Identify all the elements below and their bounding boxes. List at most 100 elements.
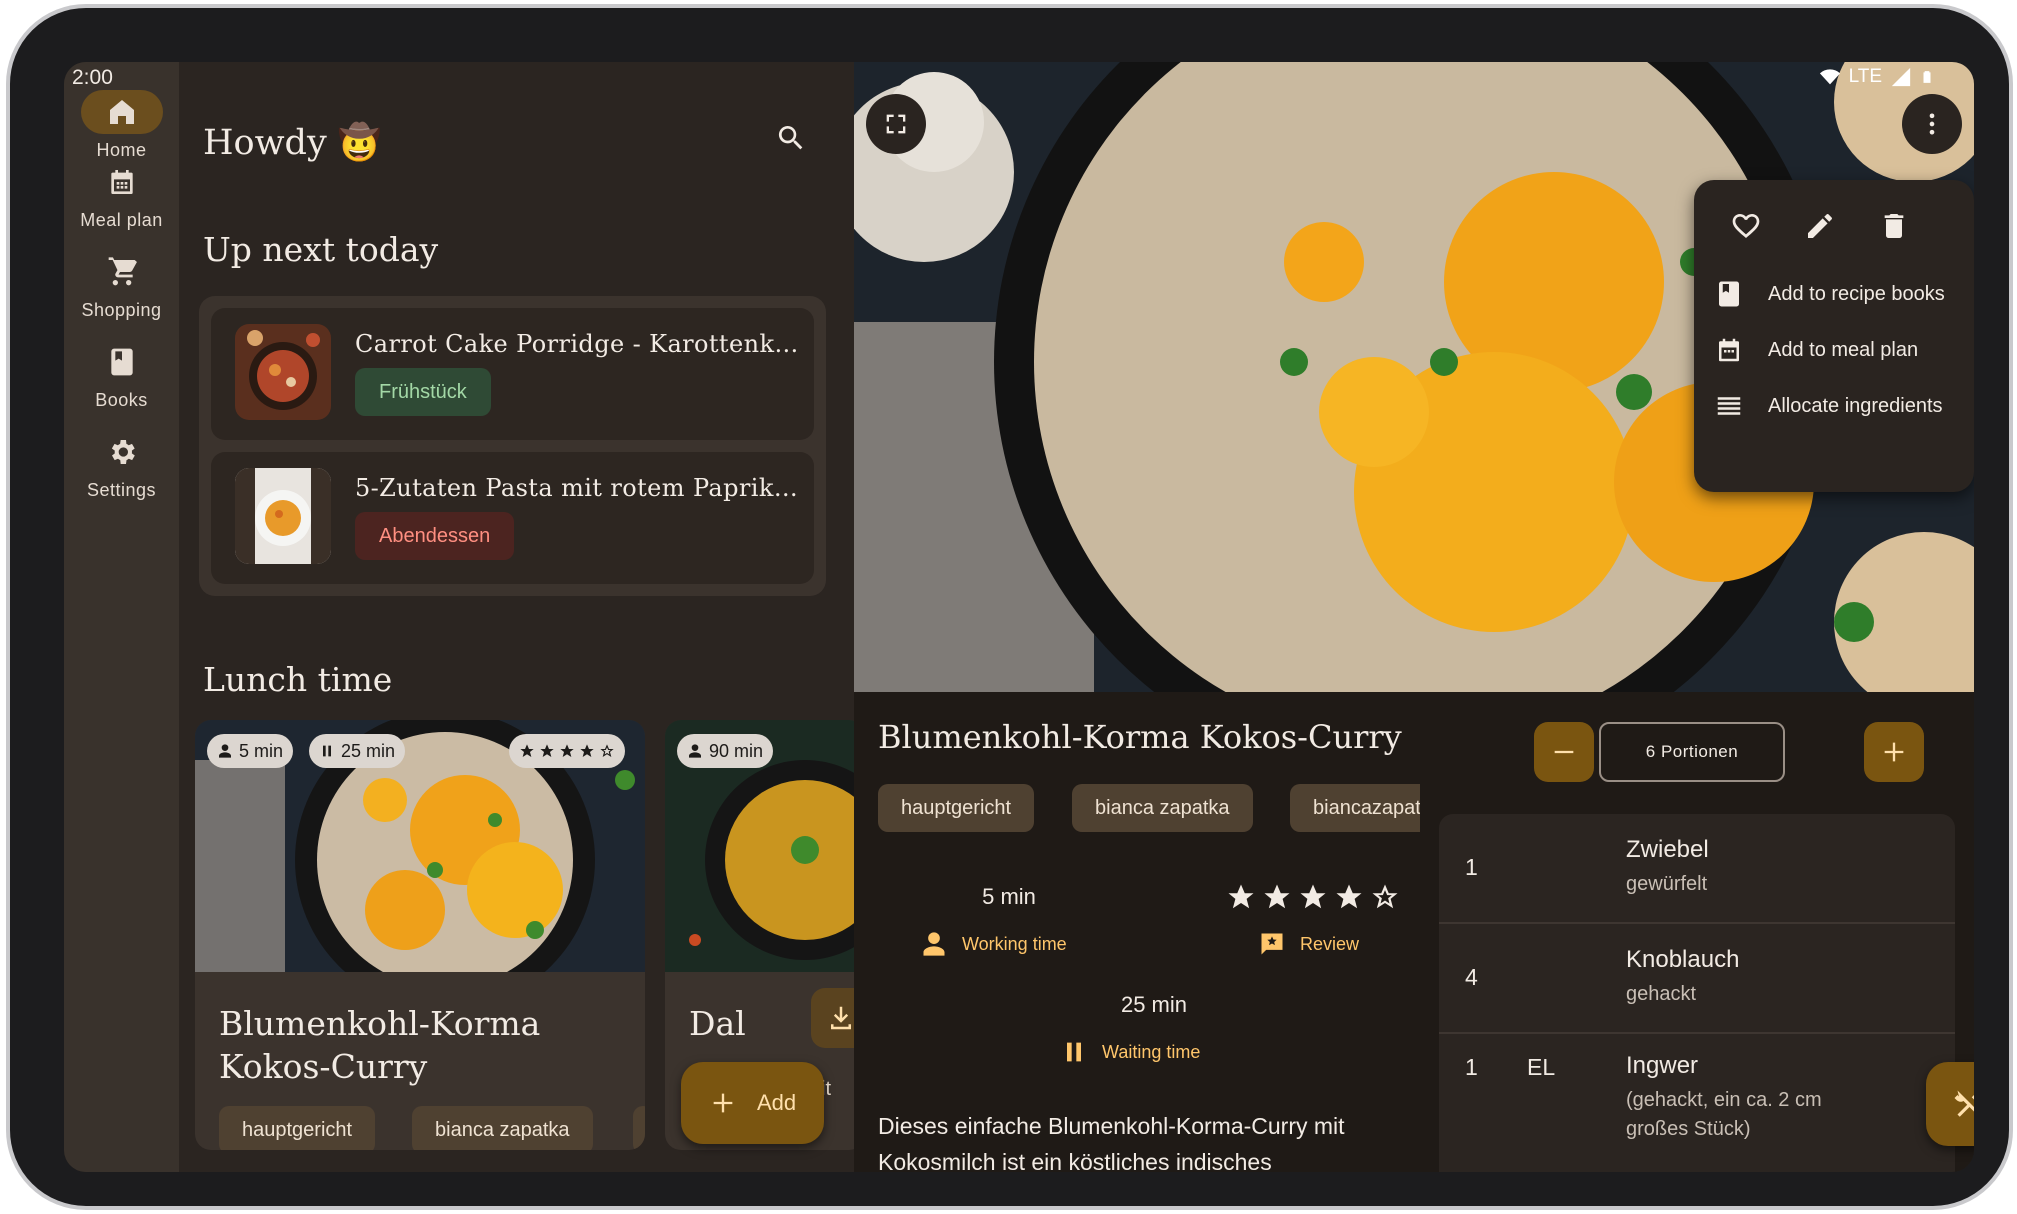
status-bar-right: LTE — [1819, 66, 1934, 88]
lunch-heading: Lunch time — [203, 660, 393, 699]
ingredient-unit: EL — [1527, 1054, 1556, 1080]
delete-icon[interactable] — [1878, 210, 1910, 242]
upnext-card: Carrot Cake Porridge - Karottenku... Frü… — [199, 296, 826, 596]
ingredient-row[interactable]: 1 EL Ingwer (gehackt, ein ca. 2 cm große… — [1439, 1034, 1955, 1172]
nav-item-books[interactable]: Books — [64, 340, 179, 411]
star-filled-icon — [580, 744, 594, 757]
menu-item-label: Allocate ingredients — [1768, 394, 1943, 417]
recipe-tag[interactable]: bianca zapatka — [1072, 784, 1253, 832]
network-type: LTE — [1848, 66, 1882, 87]
edit-icon[interactable] — [1804, 210, 1836, 242]
menu-item-add-to-meal-plan[interactable]: Add to meal plan — [1714, 330, 1918, 370]
calendar-icon — [110, 170, 133, 194]
recipe-card[interactable]: 5 min 25 min Blumenkohl-Korma Kokos-Curr… — [195, 720, 645, 1150]
recipe-tag[interactable]: hauptgericht — [219, 1106, 376, 1150]
recipe-thumbnail — [235, 324, 331, 420]
ingredient-row[interactable]: 1 Zwiebel gewürfelt — [1439, 814, 1955, 924]
recipe-title: Blumenkohl-Korma Kokos-Curry — [878, 718, 1402, 756]
decrease-portions-button[interactable] — [1534, 722, 1594, 782]
nav-item-home[interactable]: Home — [64, 90, 179, 161]
star-filled-icon — [1336, 884, 1362, 909]
star-outline-icon — [600, 744, 614, 757]
recipe-tag[interactable]: hauptgericht — [878, 784, 1035, 832]
working-time-label-row: Working time — [920, 930, 1067, 958]
ingredient-amount: 4 — [1465, 964, 1478, 990]
cook-mode-fab[interactable] — [1926, 1062, 1974, 1146]
ingredient-name: Zwiebel — [1626, 836, 1709, 863]
nav-label-meal-plan: Meal plan — [80, 210, 163, 230]
person-icon — [923, 932, 945, 956]
cutlery-icon — [1954, 1090, 1974, 1117]
battery-icon — [1923, 71, 1931, 83]
menu-item-add-to-recipe-books[interactable]: Add to recipe books — [1714, 274, 1945, 314]
ingredient-amount: 1 — [1465, 1054, 1478, 1080]
upnext-title: Carrot Cake Porridge - Karottenku... — [355, 330, 805, 358]
meal-tag-breakfast[interactable]: Frühstück — [355, 368, 491, 416]
rating-badge — [509, 734, 625, 768]
recipe-tag[interactable]: bianca zapatka — [412, 1106, 593, 1150]
working-time-label: Working time — [962, 933, 1067, 954]
person-icon — [219, 744, 231, 758]
nav-item-shopping[interactable]: Shopping — [64, 250, 179, 321]
more-options-button[interactable] — [1902, 94, 1962, 154]
rating-stars[interactable] — [1226, 882, 1400, 912]
nav-label-shopping: Shopping — [81, 300, 162, 320]
recipe-description: Dieses einfache Blumenkohl-Korma-Curry m… — [878, 1113, 1345, 1172]
working-time: 90 min — [709, 741, 764, 761]
ingredient-row[interactable]: 4 Knoblauch gehackt — [1439, 924, 1955, 1034]
add-label: Add — [757, 1090, 797, 1115]
recipe-tag[interactable]: biancazapatka — [1290, 784, 1420, 832]
working-time: 5 min — [239, 741, 284, 761]
search-button[interactable] — [775, 122, 815, 162]
book-icon — [110, 348, 133, 376]
working-time-badge: 90 min — [677, 734, 774, 768]
upnext-item[interactable]: Carrot Cake Porridge - Karottenku... Frü… — [211, 308, 814, 440]
download-icon — [831, 1006, 851, 1030]
ingredient-note: gehackt — [1626, 983, 1697, 1005]
ingredient-name: Knoblauch — [1626, 946, 1740, 973]
overflow-menu: Add to recipe books Add to meal plan All… — [1694, 180, 1974, 492]
meal-tag-dinner[interactable]: Abendessen — [355, 512, 515, 560]
person-icon — [689, 744, 701, 758]
star-filled-icon — [540, 744, 554, 757]
heart-icon[interactable] — [1730, 210, 1762, 242]
plus-icon — [1884, 742, 1904, 762]
star-filled-icon — [520, 744, 534, 757]
fullscreen-icon — [886, 114, 906, 134]
add-fab[interactable]: Add — [681, 1062, 825, 1144]
ingredient-amount: 1 — [1465, 854, 1478, 880]
recipe-card-title: Blumenkohl-Korma Kokos-Curry — [219, 1004, 541, 1086]
upnext-item[interactable]: 5-Zutaten Pasta mit rotem Paprikap... Ab… — [211, 452, 814, 584]
navigation-rail: 2:00 Home Meal plan Shopping Books Setti… — [64, 62, 179, 1172]
increase-portions-button[interactable] — [1864, 722, 1924, 782]
rate-review-icon — [1261, 933, 1283, 955]
upnext-title: 5-Zutaten Pasta mit rotem Paprikap... — [355, 474, 805, 502]
nav-item-meal-plan[interactable]: Meal plan — [64, 160, 179, 231]
nav-item-settings[interactable]: Settings — [64, 430, 179, 501]
working-time-badge: 5 min — [207, 734, 294, 768]
book-icon — [1719, 281, 1739, 307]
nav-label-home: Home — [96, 140, 147, 160]
portions-field[interactable]: 6 Portionen — [1599, 722, 1785, 782]
recipe-detail-pane: LTE Add to recipe books Add to meal plan — [854, 62, 1974, 1172]
nav-label-settings: Settings — [86, 480, 157, 500]
review-label: Review — [1300, 933, 1360, 954]
waiting-time-label: Waiting time — [1102, 1041, 1201, 1062]
home-list-pane: Howdy 🤠 Up next today Carrot Cake Porrid… — [179, 62, 871, 1172]
menu-item-allocate-ingredients[interactable]: Allocate ingredients — [1714, 386, 1943, 426]
nav-label-books: Books — [95, 390, 148, 410]
ingredient-note: (gehackt, ein ca. 2 cm großes Stück) — [1626, 1089, 1822, 1140]
pause-icon — [323, 745, 331, 757]
gear-icon — [111, 440, 135, 464]
wifi-icon — [1819, 69, 1840, 85]
ingredient-list: 1 Zwiebel gewürfelt 4 Knoblauch gehackt … — [1439, 814, 1955, 1172]
home-icon — [109, 100, 134, 124]
signal-icon — [1891, 67, 1911, 87]
ingredient-name: Ingwer — [1626, 1052, 1699, 1079]
upnext-heading: Up next today — [203, 230, 439, 269]
review-label-row[interactable]: Review — [1258, 930, 1359, 958]
waiting-time-value: 25 min — [1120, 992, 1188, 1017]
fullscreen-button[interactable] — [866, 94, 926, 154]
recipe-card-title-start: Dal — [689, 1004, 746, 1043]
tablet-frame: 2:00 Home Meal plan Shopping Books Setti… — [6, 4, 2013, 1210]
